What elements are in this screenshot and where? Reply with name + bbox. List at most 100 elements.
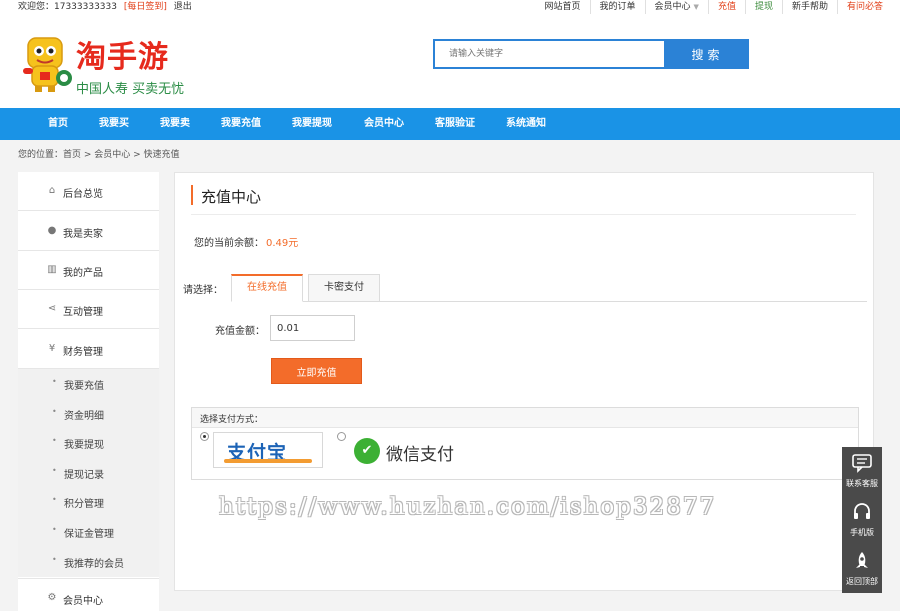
bullet-icon: • bbox=[52, 525, 57, 534]
contact-service-label: 联系客服 bbox=[846, 479, 878, 488]
bullet-icon: • bbox=[52, 555, 57, 564]
sidebar-item-finance[interactable]: ¥ 财务管理 bbox=[18, 330, 159, 369]
floating-toolbar: 联系客服 手机版 返回顶部 bbox=[842, 447, 882, 593]
wechat-icon: ✔ bbox=[354, 438, 380, 464]
amount-label: 充值金额： bbox=[215, 326, 265, 337]
payment-method-label: 选择支付方式： bbox=[200, 415, 264, 425]
gears-icon: ⚙ bbox=[47, 592, 57, 603]
submenu-item-withdraw-log[interactable]: • 提现记录 bbox=[18, 458, 159, 488]
wechat-option[interactable]: ✔ 微信支付 bbox=[354, 436, 484, 466]
bullet-icon: • bbox=[52, 466, 57, 475]
nav-item-recharge[interactable]: 我要充值 bbox=[221, 108, 261, 140]
site-logo[interactable]: 淘手游 中国人寿 买卖无忧 bbox=[20, 32, 205, 98]
search-button[interactable]: 搜索 bbox=[666, 39, 749, 69]
rocket-icon bbox=[856, 552, 868, 568]
sidebar-item-member-center[interactable]: ⚙ 会员中心 bbox=[18, 578, 159, 611]
share-icon: ⋖ bbox=[47, 303, 57, 314]
sidebar-item-label: 财务管理 bbox=[63, 347, 103, 358]
submenu-item-recharge[interactable]: • 我要充值 bbox=[18, 369, 159, 399]
headset-icon bbox=[854, 503, 870, 519]
brand-name: 淘手游 bbox=[76, 40, 169, 75]
nav-item-notice[interactable]: 系统通知 bbox=[506, 108, 546, 140]
sidebar-item-overview[interactable]: ⌂ 后台总览 bbox=[18, 172, 159, 211]
submenu-label: 积分管理 bbox=[64, 499, 104, 510]
nav-item-verify[interactable]: 客服验证 bbox=[435, 108, 475, 140]
back-to-top-button[interactable]: 返回顶部 bbox=[842, 545, 882, 593]
top-link-faq[interactable]: 有问必答 bbox=[838, 0, 892, 14]
header: 淘手游 中国人寿 买卖无忧 搜索 bbox=[0, 14, 900, 108]
top-link-orders[interactable]: 我的订单 bbox=[591, 0, 646, 14]
back-to-top-label: 返回顶部 bbox=[846, 577, 878, 586]
chevron-down-icon: ▼ bbox=[693, 3, 699, 11]
tab-online-recharge[interactable]: 在线充值 bbox=[231, 274, 303, 302]
recharge-panel: 充值中心 您的当前余额：0.49元 请选择： 在线充值 卡密支付 充值金额： 立… bbox=[174, 172, 874, 591]
sidebar-item-label: 后台总览 bbox=[63, 189, 103, 200]
sidebar-item-seller[interactable]: ● 我是卖家 bbox=[18, 212, 159, 251]
sidebar-item-label: 会员中心 bbox=[63, 596, 103, 607]
wechat-label: 微信支付 bbox=[386, 445, 454, 465]
search-bar: 搜索 bbox=[433, 39, 749, 69]
mobile-version-button[interactable]: 手机版 bbox=[842, 496, 882, 544]
alipay-option[interactable]: 支付宝 bbox=[213, 432, 323, 468]
sidebar-item-label: 我是卖家 bbox=[63, 229, 103, 240]
submenu-label: 我要充值 bbox=[64, 381, 104, 392]
bullet-icon: • bbox=[52, 436, 57, 445]
top-link-member[interactable]: 会员中心 ▼ bbox=[646, 0, 709, 14]
mascot-icon bbox=[23, 37, 72, 92]
balance-label: 您的当前余额： bbox=[194, 238, 264, 249]
top-link-home[interactable]: 网站首页 bbox=[536, 0, 591, 14]
submenu-item-withdraw[interactable]: • 我要提现 bbox=[18, 428, 159, 458]
bullet-icon: • bbox=[52, 407, 57, 416]
nav-item-home[interactable]: 首页 bbox=[48, 108, 68, 140]
brand-slogan: 中国人寿 买卖无忧 bbox=[76, 82, 185, 97]
balance-row: 您的当前余额： 0.49元 bbox=[194, 234, 298, 249]
main-nav: 首页 我要买 我要卖 我要充值 我要提现 会员中心 客服验证 系统通知 bbox=[0, 108, 900, 140]
submenu-item-referrals[interactable]: • 我推荐的会员 bbox=[18, 547, 159, 577]
payment-method-header: 选择支付方式： bbox=[192, 408, 858, 428]
submenu-label: 我推荐的会员 bbox=[64, 559, 124, 570]
sidebar-item-label: 互动管理 bbox=[63, 307, 103, 318]
sidebar-item-interaction[interactable]: ⋖ 互动管理 bbox=[18, 290, 159, 329]
top-link-withdraw[interactable]: 提现 bbox=[746, 0, 783, 14]
top-link-help[interactable]: 新手帮助 bbox=[783, 0, 838, 14]
bullet-icon: • bbox=[52, 495, 57, 504]
top-link-recharge[interactable]: 充值 bbox=[709, 0, 746, 14]
yen-icon: ¥ bbox=[48, 343, 56, 354]
panel-header: 充值中心 bbox=[191, 185, 856, 215]
wechat-radio[interactable] bbox=[337, 432, 346, 441]
nav-item-member[interactable]: 会员中心 bbox=[364, 108, 404, 140]
home-icon: ⌂ bbox=[48, 185, 56, 196]
tab-card-payment[interactable]: 卡密支付 bbox=[308, 274, 380, 302]
top-bar: 欢迎您：17333333333 [每日签到] 退出 网站首页 我的订单 会员中心… bbox=[0, 0, 900, 14]
balance-value: 0.49元 bbox=[266, 238, 299, 249]
chat-icon bbox=[852, 454, 872, 473]
contact-service-button[interactable]: 联系客服 bbox=[842, 447, 882, 495]
amount-input[interactable] bbox=[270, 315, 355, 341]
submenu-item-deposit[interactable]: • 保证金管理 bbox=[18, 517, 159, 547]
barcode-icon: ▥ bbox=[47, 264, 57, 275]
payment-method-box: 选择支付方式： 支付宝 ✔ 微信支付 bbox=[191, 407, 859, 480]
mobile-version-label: 手机版 bbox=[850, 528, 874, 537]
finance-submenu: • 我要充值 • 资金明细 • 我要提现 • 提现记录 • 积分管理 • 保证金… bbox=[18, 369, 159, 577]
submenu-label: 我要提现 bbox=[64, 440, 104, 451]
alipay-swoosh bbox=[224, 459, 312, 463]
submenu-label: 提现记录 bbox=[64, 470, 104, 481]
nav-item-withdraw[interactable]: 我要提现 bbox=[292, 108, 332, 140]
sidebar-item-products[interactable]: ▥ 我的产品 bbox=[18, 251, 159, 290]
submenu-label: 保证金管理 bbox=[64, 529, 114, 540]
submenu-item-fund-detail[interactable]: • 资金明细 bbox=[18, 399, 159, 429]
sidebar-item-label: 我的产品 bbox=[63, 268, 103, 279]
alipay-radio[interactable] bbox=[200, 432, 209, 441]
daily-sign-link[interactable]: [每日签到] bbox=[124, 2, 167, 12]
submenu-label: 资金明细 bbox=[64, 411, 104, 422]
submenu-item-points[interactable]: • 积分管理 bbox=[18, 487, 159, 517]
logout-link[interactable]: 退出 bbox=[174, 2, 192, 12]
welcome-text: 欢迎您：17333333333 bbox=[18, 2, 117, 12]
search-input[interactable] bbox=[433, 39, 666, 69]
nav-item-buy[interactable]: 我要买 bbox=[99, 108, 129, 140]
user-icon: ● bbox=[47, 225, 57, 236]
bullet-icon: • bbox=[52, 377, 57, 386]
nav-item-sell[interactable]: 我要卖 bbox=[160, 108, 190, 140]
recharge-now-button[interactable]: 立即充值 bbox=[271, 358, 362, 384]
breadcrumb: 您的位置：首页 > 会员中心 > 快速充值 bbox=[18, 150, 180, 160]
